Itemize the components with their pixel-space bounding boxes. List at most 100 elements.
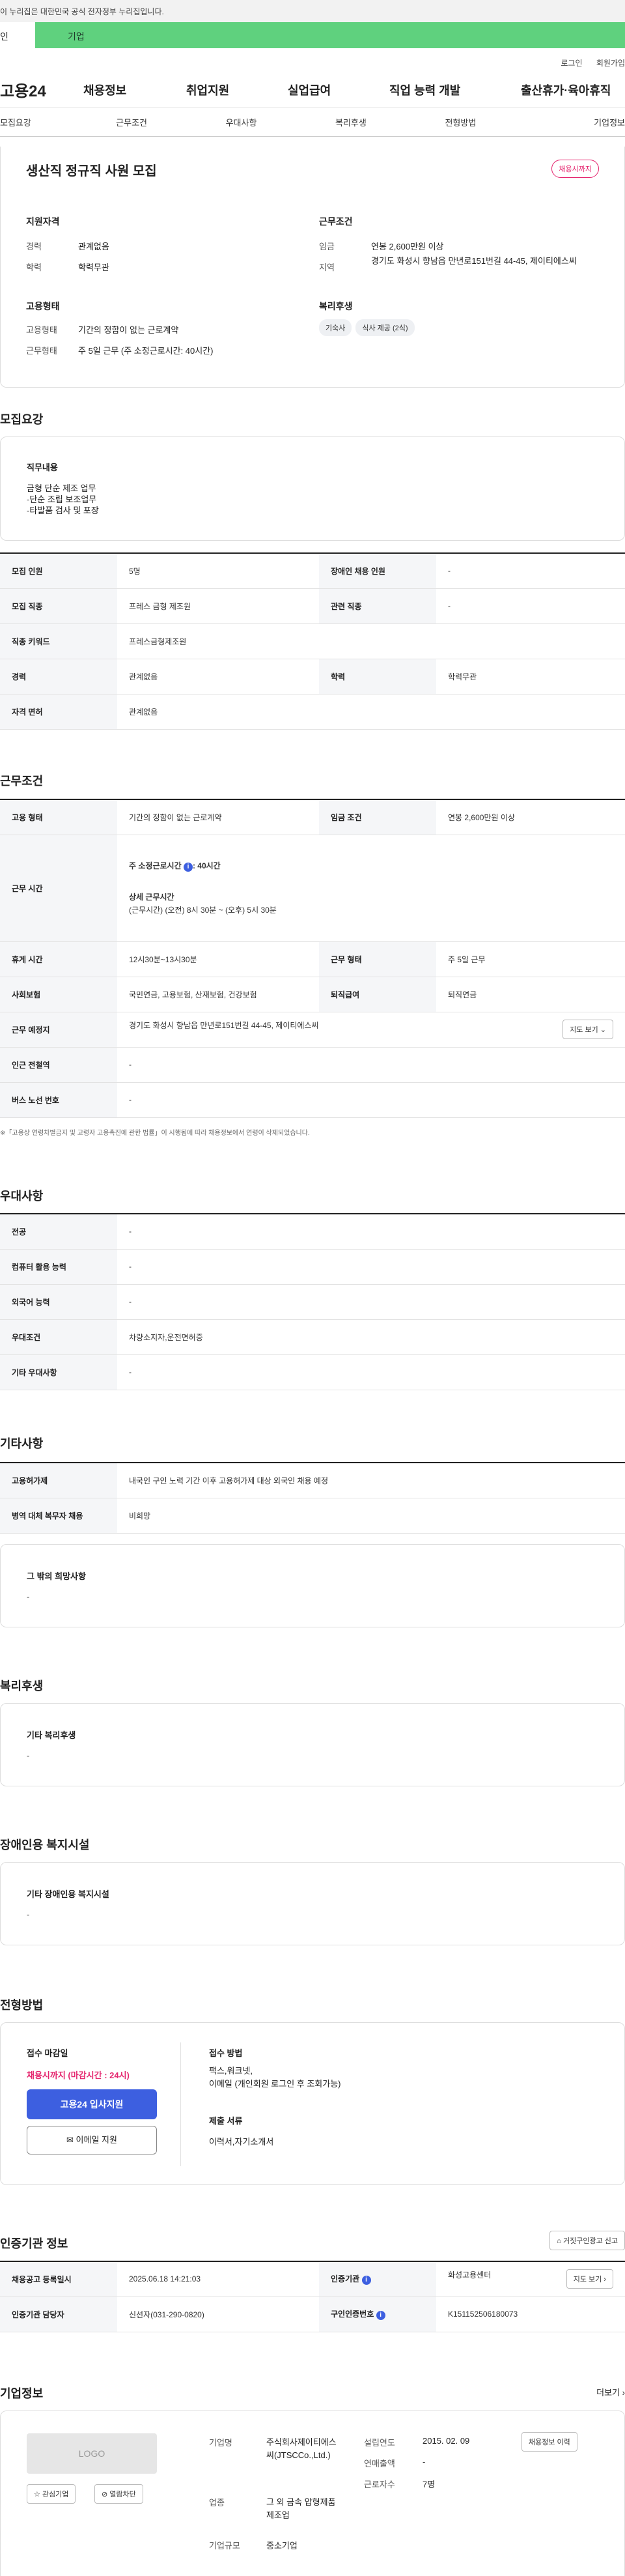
subnav-welfare[interactable]: 복리후생 xyxy=(296,116,406,128)
career-value: 관계없음 xyxy=(78,242,109,251)
table-row: 컴퓨터 활용 능력 - xyxy=(0,1249,625,1285)
login-link[interactable]: 로그인 xyxy=(561,59,582,68)
welfare-chip: 식사 제공 (2식) xyxy=(355,319,415,336)
work-place-value: 경기도 화성시 향남읍 만년로151번길 44-45, 제이티에스씨 xyxy=(129,1021,319,1030)
selection-section-title: 전형방법 xyxy=(0,1999,44,2012)
table-value: 연봉 2,600만원 이상 xyxy=(436,799,625,835)
status-badge: 채용시까지 xyxy=(551,160,599,178)
gnb-item-employment-support[interactable]: 취업지원 xyxy=(186,81,288,98)
cert-table: 채용공고 등록일시 2025.06.18 14:21:03 인증기관 i 화성고… xyxy=(0,2261,625,2332)
wage-value: 연봉 2,600만원 이상 xyxy=(371,242,444,251)
table-key: 고용허가제 xyxy=(0,1463,117,1498)
table-value: - xyxy=(117,1214,625,1250)
table-row: 고용 형태 기간의 정함이 없는 근로계약 임금 조건 연봉 2,600만원 이… xyxy=(0,799,625,835)
false-ad-report-button[interactable]: ⌂ 거짓구인광고 신고 xyxy=(549,2231,625,2250)
table-key: 사회보험 xyxy=(0,977,117,1012)
work-type-value: 주 5일 근무 (주 소정근로시간: 40시간) xyxy=(78,346,214,356)
welfare-other-value: - xyxy=(27,1751,30,1760)
map-button[interactable]: 지도 보기 ⌄ xyxy=(562,1020,613,1039)
disability-section-title: 장애인용 복지시설 xyxy=(0,1839,90,1852)
favorite-company-button[interactable]: ☆ 관심기업 xyxy=(27,2484,76,2504)
table-row: 외국어 능력 - xyxy=(0,1284,625,1320)
table-key: 직종 키워드 xyxy=(0,623,117,659)
table-key: 휴게 시간 xyxy=(0,941,117,977)
company-more-link[interactable]: 더보기 › xyxy=(596,2386,625,2398)
table-value: 학력무관 xyxy=(436,659,625,694)
other-wishes-value: - xyxy=(27,1592,30,1601)
site-logo[interactable]: 고용24 xyxy=(0,78,83,101)
company-size-value: 중소기업 xyxy=(266,2541,298,2551)
gnb-item-jobs[interactable]: 채용정보 xyxy=(83,81,186,98)
section-subnav: 모집요강 근무조건 우대사항 복리후생 전형방법 기업정보 xyxy=(0,108,625,137)
table-value: - xyxy=(117,1047,625,1083)
table-key: 장애인 채용 인원 xyxy=(319,553,436,589)
table-value: 화성고용센터 지도 보기 › xyxy=(436,2261,625,2297)
other-wishes-label: 그 밖의 희망사항 xyxy=(27,1571,86,1581)
table-key: 임금 조건 xyxy=(319,799,436,835)
info-icon[interactable]: i xyxy=(376,2311,385,2320)
table-value: 신선자(031-290-0820) xyxy=(117,2297,319,2332)
preference-table: 전공 - 컴퓨터 활용 능력 - 외국어 능력 - 우대조건 차량소지자,운전면허증 기… xyxy=(0,1213,625,1390)
table-value: - xyxy=(117,1354,625,1390)
welfare-label: 복리후생 xyxy=(319,301,353,311)
divider xyxy=(180,2042,181,2166)
sales-key: 연매출액 xyxy=(364,2459,395,2469)
conditions-table: 고용 형태 기간의 정함이 없는 근로계약 임금 조건 연봉 2,600만원 이… xyxy=(0,799,625,1118)
table-key: 근무 시간 xyxy=(0,835,117,942)
org-map-button[interactable]: 지도 보기 › xyxy=(566,2269,613,2289)
info-icon[interactable]: i xyxy=(183,863,193,872)
employees-key: 근로자수 xyxy=(364,2480,395,2489)
subnav-preference[interactable]: 우대사항 xyxy=(186,116,296,128)
table-row: 병역 대체 복무자 채용 비희망 xyxy=(0,1498,625,1534)
etc-section-title: 기타사항 xyxy=(0,1437,44,1450)
subnav-conditions[interactable]: 근무조건 xyxy=(77,116,186,128)
info-icon[interactable]: i xyxy=(361,2276,371,2285)
gov-banner: 이 누리집은 대한민국 공식 전자정부 누리집입니다. xyxy=(0,0,625,22)
block-company-button[interactable]: ⊘ 열람차단 xyxy=(94,2484,143,2504)
hiring-history-button[interactable]: 채용정보 이력 xyxy=(521,2432,577,2452)
table-key: 병역 대체 복무자 채용 xyxy=(0,1498,117,1534)
table-value: 주 5일 근무 xyxy=(436,941,625,977)
table-value: 2025.06.18 14:21:03 xyxy=(117,2261,319,2297)
welfare-chips: 기숙사 식사 제공 (2식) xyxy=(319,319,419,336)
industry-key: 업종 xyxy=(209,2498,225,2508)
user-type-tabs: 인 기업 xyxy=(0,22,625,48)
table-value: 국민연금, 고용보험, 산재보험, 건강보험 xyxy=(117,977,319,1012)
established-key: 설립연도 xyxy=(364,2438,395,2448)
welfare-card: 기타 복리후생 - xyxy=(0,1703,625,1786)
table-row: 모집 인원 5명 장애인 채용 인원 - xyxy=(0,553,625,589)
hours-detail-label: 상세 근무시간 xyxy=(129,893,174,902)
gnb-item-vocational-training[interactable]: 직업 능력 개발 xyxy=(389,81,521,98)
tab-person[interactable]: 인 xyxy=(0,22,35,48)
duty-line: -단순 조립 보조업무 xyxy=(27,494,97,504)
table-key: 인근 전철역 xyxy=(0,1047,117,1083)
location-value: 경기도 화성시 향남읍 만년로151번길 44-45, 제이티에스씨 xyxy=(371,256,577,266)
join-link[interactable]: 회원가입 xyxy=(596,59,625,68)
gnb-item-unemployment-benefit[interactable]: 실업급여 xyxy=(288,81,389,98)
docs-value: 이력서,자기소개서 xyxy=(209,2137,274,2147)
email-apply-button[interactable]: ✉ 이메일 지원 xyxy=(27,2126,157,2154)
subnav-company[interactable]: 기업정보 xyxy=(516,116,625,128)
table-value: - xyxy=(436,588,625,624)
table-row: 버스 노선 번호 - xyxy=(0,1082,625,1118)
recruit-table: 모집 인원 5명 장애인 채용 인원 - 모집 직종 프레스 금형 제조원 관련… xyxy=(0,552,625,730)
cert-section-title: 인증기관 정보 xyxy=(0,2237,68,2250)
conditions-section-title: 근무조건 xyxy=(0,775,44,788)
apply-button[interactable]: 고용24 입사지원 xyxy=(27,2089,157,2119)
subnav-recruit[interactable]: 모집요강 xyxy=(0,116,77,128)
table-row: 경력 관계없음 학력 학력무관 xyxy=(0,659,625,694)
welfare-section-title: 복리후생 xyxy=(0,1680,44,1693)
employment-type-key: 고용형태 xyxy=(26,325,57,335)
table-value: 차량소지자,운전면허증 xyxy=(117,1319,625,1355)
table-row: 채용공고 등록일시 2025.06.18 14:21:03 인증기관 i 화성고… xyxy=(0,2261,625,2297)
table-key: 근무 예정지 xyxy=(0,1012,117,1048)
employees-value: 7명 xyxy=(423,2480,436,2489)
table-row: 기타 우대사항 - xyxy=(0,1354,625,1390)
deadline-label: 접수 마감일 xyxy=(27,2048,68,2058)
tab-company[interactable]: 기업 xyxy=(35,22,625,48)
welfare-other-label: 기타 복리후생 xyxy=(27,1730,76,1740)
table-row: 근무 예정지 경기도 화성시 향남읍 만년로151번길 44-45, 제이티에스… xyxy=(0,1012,625,1048)
gnb-item-parental-leave[interactable]: 출산휴가·육아휴직 xyxy=(521,81,611,98)
subnav-selection[interactable]: 전형방법 xyxy=(406,116,515,128)
table-key: 컴퓨터 활용 능력 xyxy=(0,1249,117,1285)
